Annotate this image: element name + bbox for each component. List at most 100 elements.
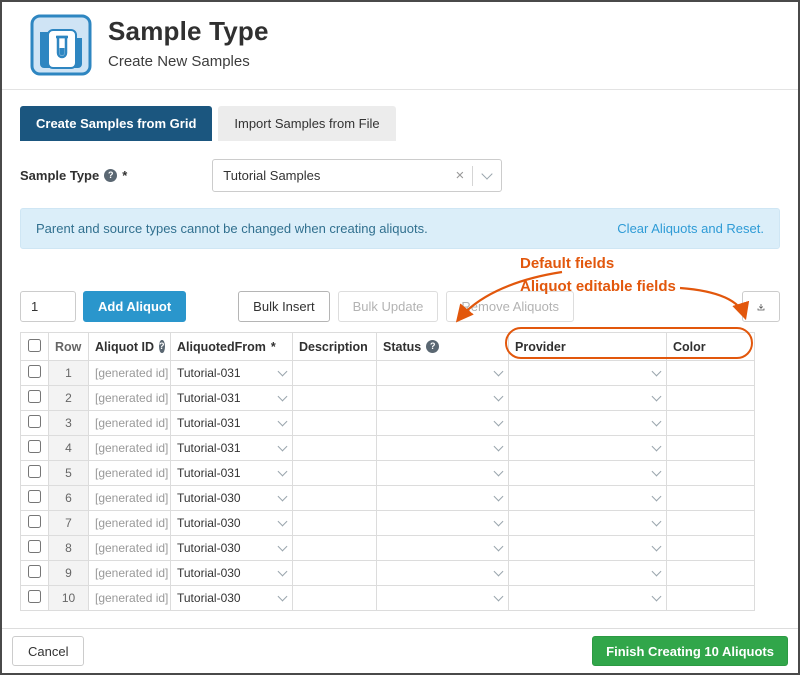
status-select[interactable] (377, 561, 509, 586)
chevron-down-icon (652, 416, 662, 426)
provider-select[interactable] (509, 386, 667, 411)
aliquoted-from-select[interactable]: Tutorial-030 (171, 586, 293, 611)
provider-select[interactable] (509, 436, 667, 461)
finish-button[interactable]: Finish Creating 10 Aliquots (592, 636, 788, 666)
chevron-down-icon (652, 591, 662, 601)
clear-aliquots-link[interactable]: Clear Aliquots and Reset. (617, 221, 764, 236)
description-cell[interactable] (293, 486, 377, 511)
row-checkbox[interactable] (28, 365, 41, 378)
aliquoted-from-select[interactable]: Tutorial-031 (171, 411, 293, 436)
description-cell[interactable] (293, 436, 377, 461)
status-select[interactable] (377, 436, 509, 461)
aliquoted-from-select[interactable]: Tutorial-030 (171, 486, 293, 511)
description-cell[interactable] (293, 361, 377, 386)
aliquoted-from-value: Tutorial-031 (177, 441, 241, 455)
color-cell[interactable] (667, 386, 755, 411)
status-select[interactable] (377, 361, 509, 386)
chevron-down-icon[interactable] (482, 168, 493, 179)
provider-select[interactable] (509, 511, 667, 536)
row-checkbox[interactable] (28, 515, 41, 528)
row-number: 3 (49, 411, 89, 436)
table-row: 6 [generated id] Tutorial-030 (21, 486, 755, 511)
chevron-down-icon (278, 516, 288, 526)
table-row: 1 [generated id] Tutorial-031 (21, 361, 755, 386)
status-select[interactable] (377, 511, 509, 536)
provider-select[interactable] (509, 411, 667, 436)
color-cell[interactable] (667, 411, 755, 436)
row-number: 5 (49, 461, 89, 486)
sample-type-folder-icon (30, 14, 92, 76)
provider-select[interactable] (509, 486, 667, 511)
tab-create-samples-from-grid[interactable]: Create Samples from Grid (20, 106, 212, 141)
export-button[interactable] (742, 291, 780, 322)
help-icon[interactable]: ? (159, 340, 165, 353)
aliquoted-from-select[interactable]: Tutorial-030 (171, 511, 293, 536)
color-cell[interactable] (667, 461, 755, 486)
provider-select[interactable] (509, 461, 667, 486)
bulk-insert-button[interactable]: Bulk Insert (238, 291, 329, 322)
aliquoted-from-select[interactable]: Tutorial-031 (171, 461, 293, 486)
description-cell[interactable] (293, 511, 377, 536)
description-cell[interactable] (293, 411, 377, 436)
status-select[interactable] (377, 486, 509, 511)
status-select[interactable] (377, 586, 509, 611)
aliquot-count-input[interactable] (20, 291, 76, 322)
row-number: 9 (49, 561, 89, 586)
aliquoted-from-select[interactable]: Tutorial-030 (171, 536, 293, 561)
row-checkbox[interactable] (28, 590, 41, 603)
status-select[interactable] (377, 386, 509, 411)
clear-icon[interactable]: × (448, 167, 473, 184)
aliquoted-from-value: Tutorial-031 (177, 416, 241, 430)
add-aliquot-button[interactable]: Add Aliquot (83, 291, 186, 322)
chevron-down-icon (652, 441, 662, 451)
status-select[interactable] (377, 411, 509, 436)
sample-type-select[interactable]: Tutorial Samples × (212, 159, 502, 192)
color-cell[interactable] (667, 486, 755, 511)
provider-select[interactable] (509, 561, 667, 586)
row-checkbox[interactable] (28, 465, 41, 478)
row-checkbox[interactable] (28, 440, 41, 453)
aliquoted-from-value: Tutorial-030 (177, 566, 241, 580)
col-description: Description (293, 333, 377, 361)
provider-select[interactable] (509, 536, 667, 561)
provider-select[interactable] (509, 586, 667, 611)
cancel-button[interactable]: Cancel (12, 636, 84, 666)
row-checkbox[interactable] (28, 415, 41, 428)
row-number: 6 (49, 486, 89, 511)
help-icon[interactable]: ? (104, 169, 117, 182)
color-cell[interactable] (667, 361, 755, 386)
aliquoted-from-select[interactable]: Tutorial-031 (171, 436, 293, 461)
description-cell[interactable] (293, 561, 377, 586)
aliquot-id-cell: [generated id] (89, 411, 171, 436)
color-cell[interactable] (667, 436, 755, 461)
description-cell[interactable] (293, 536, 377, 561)
status-select[interactable] (377, 461, 509, 486)
row-checkbox[interactable] (28, 490, 41, 503)
color-cell[interactable] (667, 586, 755, 611)
chevron-down-icon (494, 466, 504, 476)
description-cell[interactable] (293, 386, 377, 411)
color-cell[interactable] (667, 561, 755, 586)
provider-select[interactable] (509, 361, 667, 386)
description-cell[interactable] (293, 586, 377, 611)
help-icon[interactable]: ? (426, 340, 439, 353)
row-number: 4 (49, 436, 89, 461)
aliquoted-from-select[interactable]: Tutorial-031 (171, 386, 293, 411)
col-color: Color (667, 333, 755, 361)
color-cell[interactable] (667, 536, 755, 561)
description-cell[interactable] (293, 461, 377, 486)
aliquot-info-alert: Parent and source types cannot be change… (20, 208, 780, 249)
row-checkbox[interactable] (28, 540, 41, 553)
aliquoted-from-select[interactable]: Tutorial-030 (171, 561, 293, 586)
row-checkbox[interactable] (28, 390, 41, 403)
color-cell[interactable] (667, 511, 755, 536)
row-number: 2 (49, 386, 89, 411)
aliquoted-from-select[interactable]: Tutorial-031 (171, 361, 293, 386)
aliquoted-from-value: Tutorial-030 (177, 541, 241, 555)
status-select[interactable] (377, 536, 509, 561)
row-checkbox[interactable] (28, 565, 41, 578)
tab-import-samples-from-file[interactable]: Import Samples from File (218, 106, 395, 141)
page-footer: Cancel Finish Creating 10 Aliquots (2, 628, 798, 673)
chevron-down-icon (494, 441, 504, 451)
select-all-checkbox[interactable] (28, 339, 41, 352)
